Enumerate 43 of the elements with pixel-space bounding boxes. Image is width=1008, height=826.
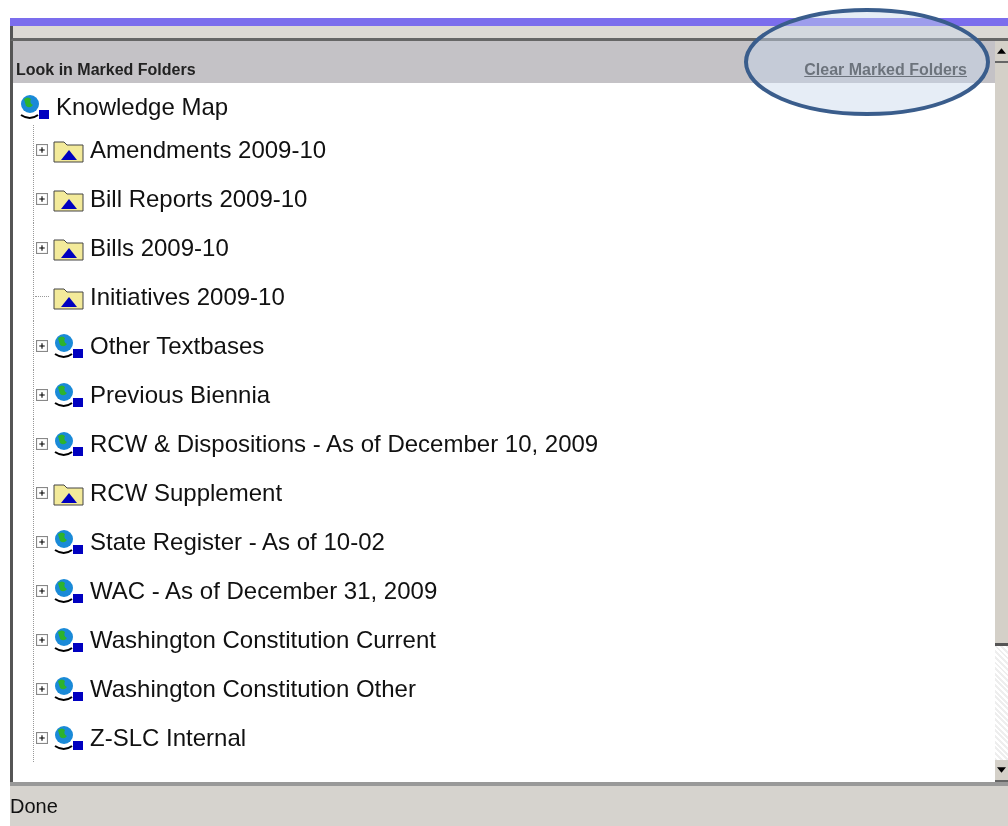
tree-item[interactable]: RCW & Dispositions - As of December 10, 2009 — [90, 429, 599, 458]
expand-icon[interactable] — [36, 682, 48, 695]
scrollbar[interactable] — [995, 41, 1008, 782]
globe-icon — [52, 625, 86, 654]
status-text: Done — [10, 794, 58, 818]
tree-item[interactable]: Z-SLC Internal — [90, 723, 247, 752]
down-arrow-icon — [997, 767, 1006, 773]
globe-icon — [52, 674, 86, 703]
expand-icon[interactable] — [36, 535, 48, 548]
globe-icon — [52, 527, 86, 556]
expand-icon[interactable] — [36, 192, 48, 205]
up-arrow-icon — [997, 48, 1006, 54]
expand-icon[interactable] — [36, 437, 48, 450]
expand-icon[interactable] — [36, 241, 48, 254]
expand-icon[interactable] — [36, 388, 48, 401]
expand-icon[interactable] — [36, 731, 48, 744]
globe-icon — [52, 723, 86, 752]
expand-icon[interactable] — [36, 339, 48, 352]
tree-item[interactable]: Bill Reports 2009-10 — [90, 184, 308, 213]
tree-item[interactable]: Other Textbases — [90, 331, 265, 360]
tree-item[interactable]: Initiatives 2009-10 — [90, 282, 285, 311]
panel-title: Look in Marked Folders — [16, 61, 196, 79]
tree-item[interactable]: Amendments 2009-10 — [90, 135, 327, 164]
globe-icon — [18, 93, 52, 121]
globe-icon — [52, 429, 86, 458]
tree-item[interactable]: Washington Constitution Other — [90, 674, 416, 703]
tree-item[interactable]: Previous Biennia — [90, 380, 271, 409]
tree-item[interactable]: Knowledge Map — [56, 93, 229, 121]
expand-icon[interactable] — [36, 633, 48, 646]
scroll-up-button[interactable] — [995, 41, 1008, 63]
tree-item[interactable]: State Register - As of 10-02 — [90, 527, 385, 556]
tree-item[interactable]: Washington Constitution Current — [90, 625, 436, 654]
expand-icon[interactable] — [36, 143, 48, 156]
tree-item[interactable]: RCW Supplement — [90, 478, 283, 507]
scroll-thumb[interactable] — [995, 63, 1008, 646]
expand-icon[interactable] — [36, 486, 48, 499]
globe-icon — [52, 380, 86, 409]
tree-item[interactable]: WAC - As of December 31, 2009 — [90, 576, 438, 605]
scroll-down-button[interactable] — [995, 760, 1008, 782]
globe-icon — [52, 331, 86, 360]
globe-icon — [52, 576, 86, 605]
expand-icon[interactable] — [36, 584, 48, 597]
tree-item[interactable]: Bills 2009-10 — [90, 233, 229, 262]
